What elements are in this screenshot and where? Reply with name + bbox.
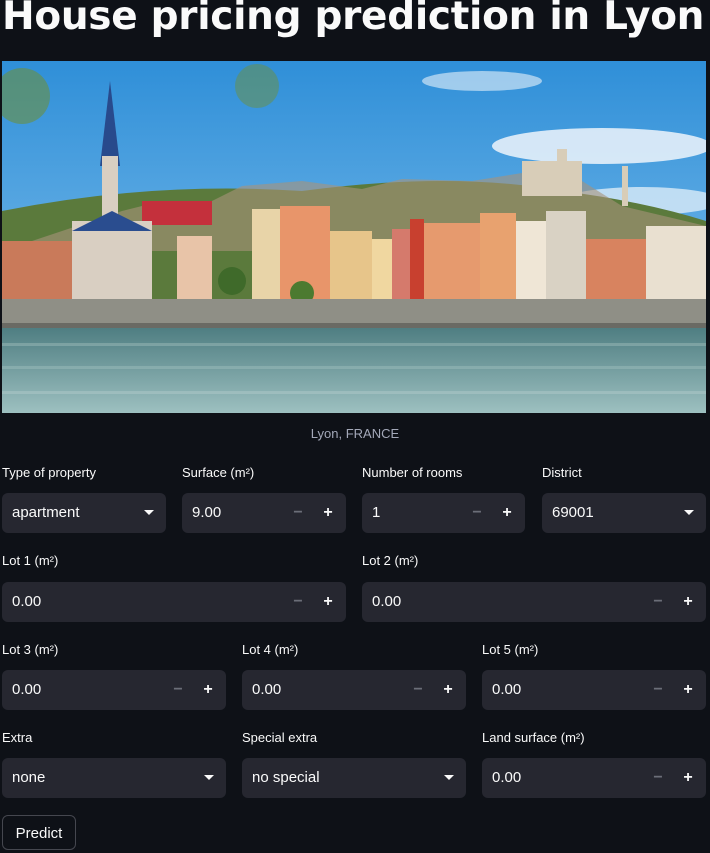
lot1-increment-button[interactable]: + — [312, 582, 344, 622]
surface-label: Surface (m²) — [182, 465, 255, 480]
surface-decrement-button[interactable]: − — [282, 493, 314, 533]
image-caption: Lyon, FRANCE — [310, 426, 400, 441]
special-extra-value: no special — [252, 769, 320, 786]
lot4-decrement-button[interactable]: − — [402, 670, 434, 710]
type-of-property-select[interactable]: apartment — [2, 493, 166, 533]
special-extra-select[interactable]: no special — [242, 758, 466, 798]
lot4-value: 0.00 — [252, 681, 282, 698]
lot3-label: Lot 3 (m²) — [2, 642, 59, 657]
lot3-value: 0.00 — [12, 681, 42, 698]
chevron-down-icon — [684, 510, 694, 515]
lot5-label: Lot 5 (m²) — [482, 642, 539, 657]
lot1-label: Lot 1 (m²) — [2, 553, 59, 568]
surface-value: 9.00 — [192, 504, 222, 521]
land-surface-decrement-button[interactable]: − — [642, 758, 674, 798]
rooms-increment-button[interactable]: + — [491, 493, 523, 533]
rooms-value: 1 — [372, 504, 381, 521]
lot2-input[interactable]: 0.00 − + — [362, 582, 706, 622]
lot5-increment-button[interactable]: + — [672, 670, 704, 710]
chevron-down-icon — [144, 510, 154, 515]
district-select[interactable]: 69001 — [542, 493, 706, 533]
lot5-decrement-button[interactable]: − — [642, 670, 674, 710]
lot1-decrement-button[interactable]: − — [282, 582, 314, 622]
chevron-down-icon — [204, 775, 214, 780]
lot2-label: Lot 2 (m²) — [362, 553, 419, 568]
lot2-increment-button[interactable]: + — [672, 582, 704, 622]
rooms-input[interactable]: 1 − + — [362, 493, 525, 533]
lot3-input[interactable]: 0.00 − + — [2, 670, 226, 710]
lot2-value: 0.00 — [372, 593, 402, 610]
chevron-down-icon — [444, 775, 454, 780]
lot5-input[interactable]: 0.00 − + — [482, 670, 706, 710]
land-surface-increment-button[interactable]: + — [672, 758, 704, 798]
extra-label: Extra — [2, 730, 33, 745]
surface-increment-button[interactable]: + — [312, 493, 344, 533]
district-label: District — [542, 465, 582, 480]
rooms-decrement-button[interactable]: − — [461, 493, 493, 533]
extra-select[interactable]: none — [2, 758, 226, 798]
district-value: 69001 — [552, 504, 594, 521]
lot1-value: 0.00 — [12, 593, 42, 610]
lot5-value: 0.00 — [492, 681, 522, 698]
lot3-decrement-button[interactable]: − — [162, 670, 194, 710]
lyon-photo — [2, 61, 706, 413]
lot4-label: Lot 4 (m²) — [242, 642, 299, 657]
rooms-label: Number of rooms — [362, 465, 463, 480]
land-surface-value: 0.00 — [492, 769, 522, 786]
lot4-input[interactable]: 0.00 − + — [242, 670, 466, 710]
land-surface-label: Land surface (m²) — [482, 730, 585, 745]
extra-value: none — [12, 769, 46, 786]
lot3-increment-button[interactable]: + — [192, 670, 224, 710]
type-of-property-label: Type of property — [2, 465, 96, 480]
page-title: House pricing prediction in Lyon — [2, 0, 705, 39]
lot2-decrement-button[interactable]: − — [642, 582, 674, 622]
type-of-property-value: apartment — [12, 504, 80, 521]
land-surface-input[interactable]: 0.00 − + — [482, 758, 706, 798]
lot1-input[interactable]: 0.00 − + — [2, 582, 346, 622]
lot4-increment-button[interactable]: + — [432, 670, 464, 710]
predict-button[interactable]: Predict — [2, 815, 76, 850]
special-extra-label: Special extra — [242, 730, 318, 745]
surface-input[interactable]: 9.00 − + — [182, 493, 346, 533]
